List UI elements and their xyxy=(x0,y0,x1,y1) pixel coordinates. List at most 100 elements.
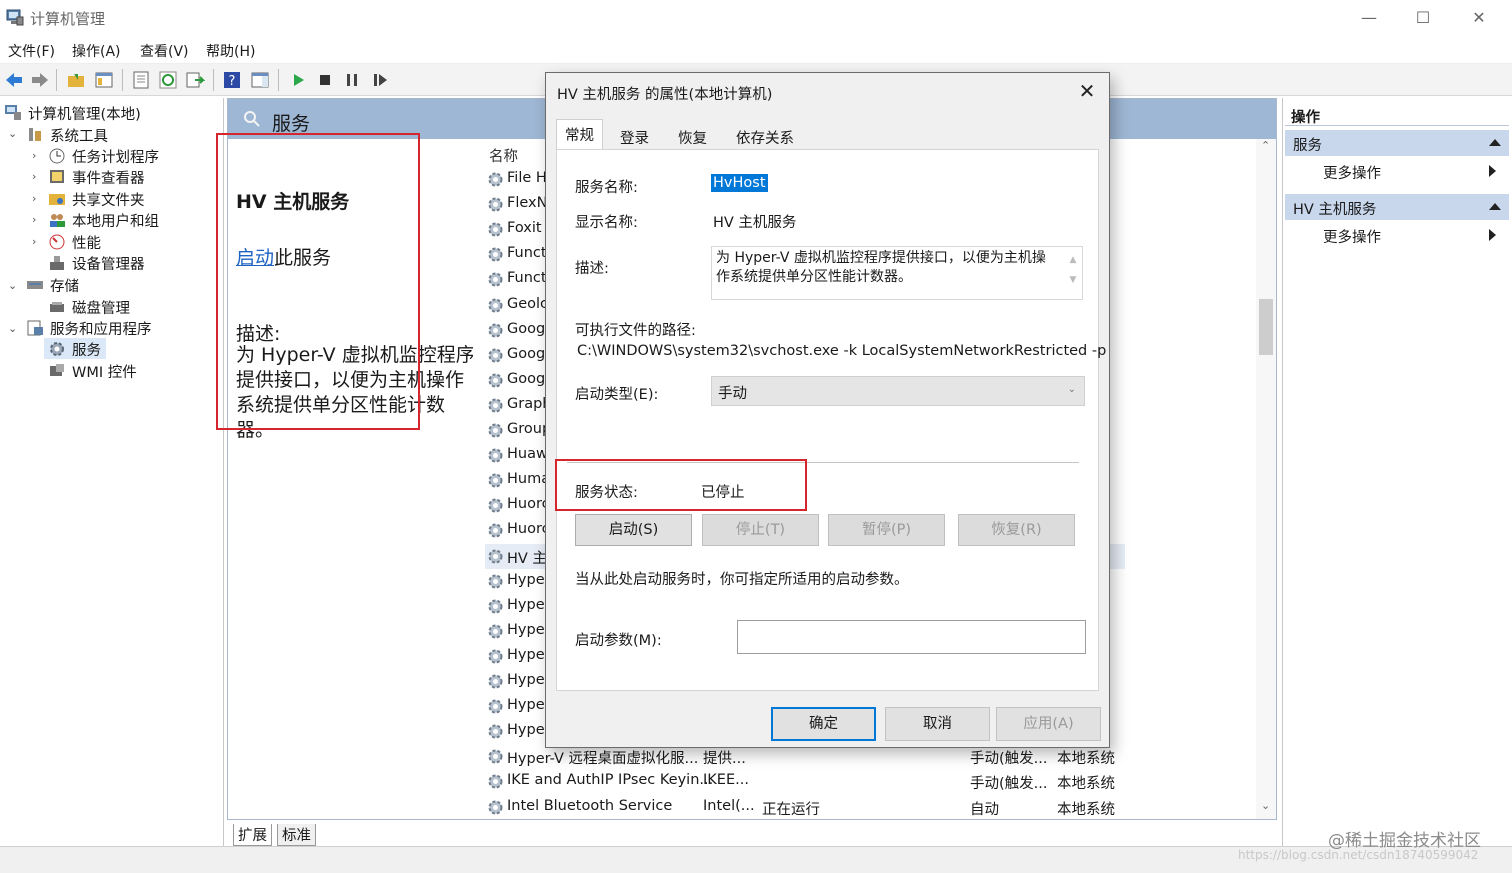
tab-logon[interactable]: 登录 xyxy=(612,123,657,149)
service-name: Goog xyxy=(507,370,546,387)
tree-item-device-manager[interactable]: 设备管理器 xyxy=(48,252,218,273)
restart-service-icon[interactable] xyxy=(370,70,390,90)
pause-service-icon[interactable] xyxy=(342,70,362,90)
expand-caret-icon[interactable]: › xyxy=(32,213,36,226)
startup-type-label: 启动类型(E): xyxy=(575,387,659,403)
resume-button[interactable]: 恢复(R) xyxy=(958,514,1075,546)
gear-icon xyxy=(487,623,504,640)
tree-item-shared-folders[interactable]: 共享文件夹 xyxy=(48,188,218,209)
service-name-value[interactable]: HvHost xyxy=(711,174,768,192)
actions-section-services[interactable]: 服务 xyxy=(1285,130,1509,156)
service-name: HV 主 xyxy=(507,550,547,567)
service-row[interactable]: Intel Bluetooth Service Intel(... 正在运行 自动 本地… xyxy=(485,795,1125,820)
menu-file[interactable]: 文件(F) xyxy=(8,41,55,61)
collapse-up-icon[interactable] xyxy=(1489,203,1501,210)
more-actions-services[interactable]: 更多操作 xyxy=(1323,162,1381,183)
tab-dependencies[interactable]: 依存关系 xyxy=(728,123,802,149)
computer-icon xyxy=(5,105,21,120)
service-name: Foxit xyxy=(507,220,542,237)
tree-item-system-tools[interactable]: 系统工具 xyxy=(26,124,206,145)
scroll-up-icon[interactable]: ⌃ xyxy=(1261,139,1270,152)
expand-caret-icon[interactable]: ⌄ xyxy=(8,322,17,335)
scrollbar-thumb[interactable] xyxy=(1259,299,1273,355)
services-panel-title: 服务 xyxy=(272,113,311,135)
service-name: Huorc xyxy=(507,521,550,538)
up-folder-icon[interactable] xyxy=(66,70,86,90)
start-parameters-input[interactable] xyxy=(737,620,1086,654)
gear-icon xyxy=(487,447,504,464)
menu-action[interactable]: 操作(A) xyxy=(72,41,121,61)
service-row[interactable]: IKE and AuthIP IPsec Keyin... IKEE... 手动(触… xyxy=(485,769,1125,794)
gear-icon xyxy=(487,548,504,565)
collapse-up-icon[interactable] xyxy=(1489,139,1501,146)
tree-item-services[interactable]: 服务 xyxy=(44,338,106,359)
forward-icon[interactable] xyxy=(30,70,50,90)
vertical-scrollbar[interactable]: ⌃ ⌄ xyxy=(1256,139,1276,819)
description-scrollbar[interactable]: ▲ ▼ xyxy=(1066,250,1080,296)
pause-button[interactable]: 暂停(P) xyxy=(828,514,945,546)
export-list-icon[interactable] xyxy=(185,70,205,90)
back-icon[interactable] xyxy=(4,70,24,90)
expand-caret-icon[interactable]: ⌄ xyxy=(8,127,17,140)
console-tree-icon[interactable] xyxy=(94,70,114,90)
service-startup-type: 手动(触发... xyxy=(970,751,1048,768)
apply-button[interactable]: 应用(A) xyxy=(996,707,1101,741)
stop-service-icon[interactable] xyxy=(315,70,335,90)
show-hide-pane-icon[interactable] xyxy=(250,70,270,90)
gear-icon xyxy=(487,422,504,439)
service-name: Huaw xyxy=(507,446,548,463)
service-row[interactable]: Hyper-V 远程桌面虚拟化服... 提供... 手动(触发... 本地系统 xyxy=(485,744,1125,769)
actions-section-hv-host[interactable]: HV 主机服务 xyxy=(1285,194,1509,220)
tab-extended[interactable]: 扩展 xyxy=(233,824,272,846)
expand-caret-icon[interactable]: › xyxy=(32,192,36,205)
tree-item-wmi-control[interactable]: WMI 控件 xyxy=(48,360,218,381)
menu-view[interactable]: 查看(V) xyxy=(140,41,189,61)
close-window-button[interactable]: ✕ xyxy=(1456,6,1502,30)
search-icon xyxy=(244,111,260,127)
tree-item-local-users[interactable]: 本地用户和组 xyxy=(48,209,218,230)
expand-caret-icon[interactable]: › xyxy=(32,235,36,248)
gear-icon xyxy=(487,246,504,263)
service-name: Hype xyxy=(507,646,545,663)
menu-help[interactable]: 帮助(H) xyxy=(206,41,255,61)
tree-item-computer-management[interactable]: 计算机管理(本地) xyxy=(4,102,204,123)
more-actions-hv-host[interactable]: 更多操作 xyxy=(1323,226,1381,247)
tree-item-storage[interactable]: 存储 xyxy=(26,274,206,295)
start-parameters-hint: 当从此处启动服务时，你可指定所适用的启动参数。 xyxy=(575,572,909,588)
tree-item-task-scheduler[interactable]: 任务计划程序 xyxy=(48,145,218,166)
tab-general[interactable]: 常规 xyxy=(556,119,603,149)
service-startup-type: 自动 xyxy=(970,801,999,818)
description-label: 描述: xyxy=(575,261,609,277)
properties-icon[interactable] xyxy=(131,70,151,90)
gear-icon xyxy=(487,573,504,590)
tree-item-event-viewer[interactable]: 事件查看器 xyxy=(48,166,218,187)
help-icon[interactable]: ? xyxy=(222,70,242,90)
service-startup-type: 手动(触发... xyxy=(970,776,1048,793)
expand-caret-icon[interactable]: › xyxy=(32,149,36,162)
scroll-down-icon[interactable]: ⌄ xyxy=(1261,799,1270,812)
gear-icon xyxy=(487,723,504,740)
startup-type-select[interactable]: 手动 ⌄ xyxy=(711,376,1085,406)
expand-caret-icon[interactable]: ⌄ xyxy=(8,279,17,292)
minimize-button[interactable]: — xyxy=(1346,6,1392,30)
executable-path-value[interactable]: C:\WINDOWS\system32\svchost.exe -k Local… xyxy=(577,343,1106,359)
ok-button[interactable]: 确定 xyxy=(771,707,876,741)
description-field[interactable]: 为 Hyper-V 虚拟机监控程序提供接口，以便为主机操作系统提供单分区性能计数… xyxy=(711,246,1083,300)
column-header-name[interactable]: 名称 xyxy=(489,145,518,166)
cancel-button[interactable]: 取消 xyxy=(885,707,990,741)
tree-item-disk-management[interactable]: 磁盘管理 xyxy=(48,296,218,317)
tab-recovery[interactable]: 恢复 xyxy=(670,123,715,149)
general-tab-panel: 服务名称: HvHost 显示名称: HV 主机服务 描述: 为 Hyper-V… xyxy=(556,149,1106,691)
tree-item-performance[interactable]: 性能 xyxy=(48,231,218,252)
toolbar-separator xyxy=(278,69,279,91)
expand-caret-icon[interactable]: › xyxy=(32,170,36,183)
start-service-icon[interactable] xyxy=(288,70,308,90)
tree-item-services-and-applications[interactable]: 服务和应用程序 xyxy=(26,317,216,338)
refresh-icon[interactable] xyxy=(158,70,178,90)
display-name-value[interactable]: HV 主机服务 xyxy=(713,211,796,232)
tab-standard[interactable]: 标准 xyxy=(277,824,316,846)
start-button[interactable]: 启动(S) xyxy=(575,514,692,546)
maximize-button[interactable]: ☐ xyxy=(1400,6,1446,30)
dialog-close-icon[interactable]: ✕ xyxy=(1075,79,1099,103)
stop-button[interactable]: 停止(T) xyxy=(702,514,819,546)
